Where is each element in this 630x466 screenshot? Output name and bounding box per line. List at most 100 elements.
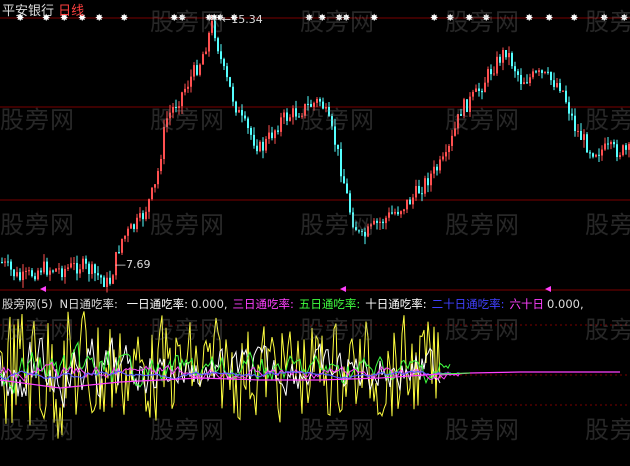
candle-body xyxy=(481,91,483,93)
chart-window[interactable]: ✸ ✸ ✸ ✸ ✸ ✸ ✸ ✸ ✸ ✸ ✸ ✸ ✸ ✸ ✸ ✸ ✸ ✸ ✸ ✸ ✸ ✸ ✸ ✸ ✸ ✸ 平安银行 日线 ←15.3… xyxy=(0,0,630,466)
candle-body xyxy=(547,71,549,73)
candle-body xyxy=(25,270,27,272)
candle-body xyxy=(604,143,606,150)
candle-body xyxy=(7,261,9,263)
candle-body xyxy=(277,130,279,132)
candle-body xyxy=(139,213,141,218)
candle-body xyxy=(592,153,594,157)
candle-body xyxy=(28,270,30,272)
candle-body xyxy=(451,135,453,146)
candle-body xyxy=(409,199,411,205)
candle-body xyxy=(523,82,525,85)
candle-body xyxy=(304,103,306,116)
candle-body xyxy=(394,211,396,214)
candle-body xyxy=(76,263,78,274)
candle-body xyxy=(511,53,513,67)
candle-body xyxy=(229,77,231,87)
indicator-legend: 股旁网(5) N日通吃率: 一日通吃率: 0.000, 三日通吃率: 五日通吃率: 十日… xyxy=(2,296,584,312)
candle-body xyxy=(397,211,399,215)
candle-body xyxy=(595,154,597,157)
candle-body xyxy=(70,263,72,268)
candle-body xyxy=(127,228,129,236)
candle-body xyxy=(493,73,495,75)
candle-body xyxy=(250,128,252,135)
candle-body xyxy=(415,186,417,198)
candle-body xyxy=(331,116,333,127)
candle-body xyxy=(220,51,222,60)
candle-body xyxy=(484,82,486,93)
candle-body xyxy=(1,262,3,263)
candle-body xyxy=(466,99,468,112)
candle-body xyxy=(130,224,132,229)
candle-body xyxy=(616,144,618,158)
candle-body xyxy=(526,82,528,84)
candle-body xyxy=(433,166,435,174)
indicator-item-label: 五日通吃率: xyxy=(298,297,361,311)
candle-body xyxy=(358,230,360,232)
candle-body xyxy=(178,106,180,108)
candle-body xyxy=(583,134,585,140)
candle-body xyxy=(565,90,567,103)
candle-body xyxy=(286,112,288,121)
candle-body xyxy=(469,96,471,112)
candle-body xyxy=(319,98,321,102)
chart-title: 平安银行 日线 xyxy=(2,0,84,19)
indicator-name: 股旁网(5) xyxy=(2,297,53,311)
candle-body xyxy=(166,118,168,127)
candle-body xyxy=(124,235,126,239)
candle-body xyxy=(265,138,267,151)
extreme-marker-icon: ✸ xyxy=(318,13,326,24)
extreme-marker-icon: ✸ xyxy=(446,13,454,24)
extreme-marker-icon: ✸ xyxy=(342,13,350,24)
candle-body xyxy=(232,86,234,102)
candle-body xyxy=(499,56,501,63)
candle-body xyxy=(217,38,219,52)
candle-body xyxy=(490,69,492,75)
candle-body xyxy=(391,212,393,214)
candle-body xyxy=(403,209,405,212)
extreme-marker-icon: ✸ xyxy=(570,13,578,24)
candle-body xyxy=(379,221,381,223)
candle-body xyxy=(262,141,264,151)
candle-body xyxy=(313,102,315,107)
candle-body xyxy=(4,261,6,263)
candle-body xyxy=(292,108,294,118)
candle-body xyxy=(424,178,426,194)
indicator-item-0: 一日通吃率: 0.000, xyxy=(127,297,228,311)
candle-body xyxy=(334,126,336,145)
candle-body xyxy=(343,176,345,184)
candle-body xyxy=(163,126,165,159)
candle-body xyxy=(502,49,504,63)
candle-body xyxy=(295,108,297,117)
candle-body xyxy=(196,65,198,75)
candle-body xyxy=(328,107,330,117)
candle-body xyxy=(118,252,120,254)
kline-chart[interactable]: ✸ ✸ ✸ ✸ ✸ ✸ ✸ ✸ ✸✸✸ ✸ ✸ ✸ ✸✸ ✸ ✸ ✸ ✸ ✸ ✸ ✸ ✸ ✸ ✸ xyxy=(0,0,630,466)
candle-body xyxy=(532,71,534,78)
candle-body xyxy=(64,268,66,278)
candle-body xyxy=(517,71,519,75)
extreme-marker-icon: ✸ xyxy=(525,13,533,24)
candle-body xyxy=(67,267,69,269)
candle-body xyxy=(427,178,429,186)
extreme-marker-icon: ✸ xyxy=(430,13,438,24)
candle-body xyxy=(298,116,300,118)
indicator-item-label: 一日通吃率: xyxy=(126,297,188,311)
candle-body xyxy=(190,76,192,87)
candle-body xyxy=(226,66,228,78)
candle-body xyxy=(55,268,57,272)
candle-body xyxy=(103,277,105,287)
candle-body xyxy=(316,98,318,103)
candle-body xyxy=(439,159,441,171)
candle-body xyxy=(121,238,123,253)
candle-body xyxy=(562,90,564,92)
extreme-marker-icon: ✸ xyxy=(465,13,473,24)
candle-body xyxy=(478,88,480,92)
extreme-marker-icon: ✸ xyxy=(600,13,608,24)
candle-body xyxy=(82,258,84,270)
candle-body xyxy=(145,211,147,220)
candle-body xyxy=(541,70,543,73)
candle-body xyxy=(16,272,18,277)
candle-body xyxy=(472,91,474,97)
candle-body xyxy=(544,71,546,73)
